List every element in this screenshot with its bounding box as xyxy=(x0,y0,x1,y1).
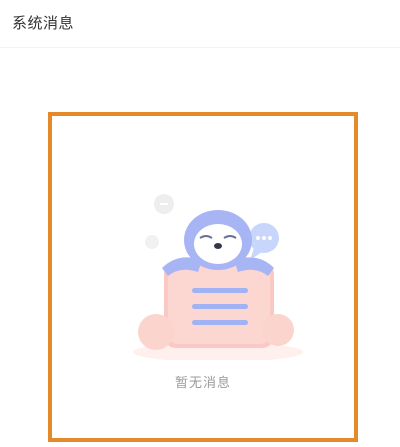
sloth-message-illustration-icon xyxy=(133,194,303,360)
empty-state-highlight: 暂无消息 xyxy=(48,112,358,442)
header-bar: 系统消息 xyxy=(0,0,400,48)
empty-state-message: 暂无消息 xyxy=(174,376,231,391)
page-title: 系统消息 xyxy=(12,14,75,32)
